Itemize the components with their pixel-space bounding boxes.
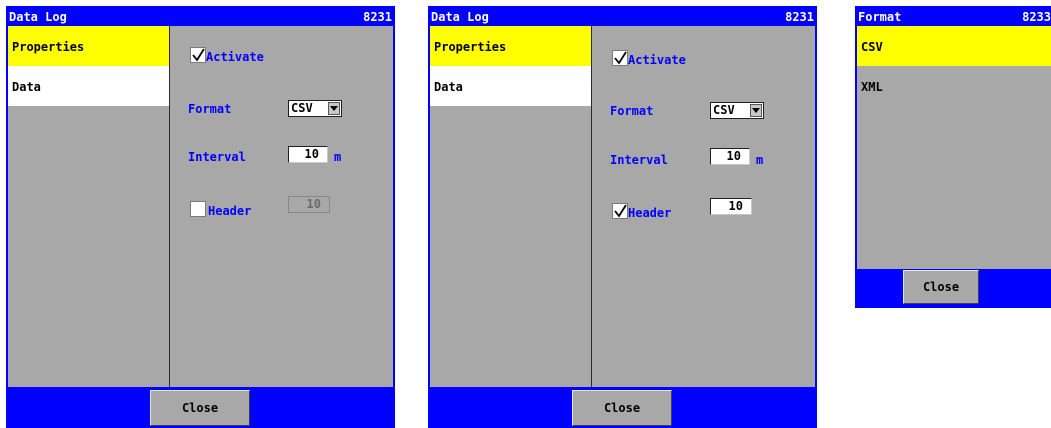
activate-checkbox[interactable]: [612, 50, 628, 66]
header-label: Header: [628, 206, 672, 220]
interval-input[interactable]: 10: [288, 146, 328, 163]
data-log-window-2: Data Log 8231 Properties Data Activate F…: [428, 6, 817, 428]
format-label: Format: [610, 104, 654, 118]
format-label: Format: [188, 102, 232, 116]
activate-label: Activate: [206, 50, 264, 64]
format-select-value: CSV: [291, 101, 313, 115]
sidebar-item-label: Data: [12, 80, 41, 94]
properties-panel: Activate Format CSV Interval 10 m Header…: [170, 26, 393, 387]
format-select[interactable]: CSV: [710, 102, 764, 119]
interval-input[interactable]: 10: [710, 148, 750, 165]
close-button[interactable]: Close: [150, 390, 250, 426]
checkmark-icon: [192, 48, 205, 62]
title-bar: Format 8233: [855, 6, 1051, 26]
title-bar: Data Log 8231: [428, 6, 817, 26]
close-button[interactable]: Close: [903, 270, 979, 304]
sidebar-item-properties[interactable]: Properties: [8, 26, 169, 66]
checkmark-icon: [614, 204, 627, 218]
window-number: 8233: [1022, 10, 1051, 24]
format-option-label: XML: [861, 80, 883, 94]
sidebar: Properties Data: [8, 26, 170, 387]
format-option-xml[interactable]: XML: [857, 66, 1051, 106]
sidebar-item-label: Properties: [434, 40, 507, 54]
properties-panel: Activate Format CSV Interval 10 m Header…: [592, 26, 815, 387]
format-select[interactable]: CSV: [288, 100, 342, 117]
interval-label: Interval: [188, 150, 246, 164]
dropdown-arrow-icon[interactable]: [750, 104, 762, 117]
window-title: Format: [858, 10, 902, 24]
bottom-bar: Close: [428, 390, 817, 428]
window-number: 8231: [363, 10, 392, 24]
format-option-csv[interactable]: CSV: [857, 26, 1051, 66]
header-input[interactable]: 10: [710, 198, 752, 215]
sidebar-item-data[interactable]: Data: [430, 66, 591, 106]
bottom-bar: Close: [855, 269, 1051, 308]
format-popup-window: Format 8233 CSV XML Close: [855, 6, 1051, 308]
sidebar: Properties Data: [430, 26, 592, 387]
activate-label: Activate: [628, 53, 686, 67]
sidebar-item-properties[interactable]: Properties: [430, 26, 591, 66]
title-bar: Data Log 8231: [6, 6, 395, 26]
format-option-label: CSV: [861, 40, 883, 54]
header-checkbox[interactable]: [190, 201, 206, 217]
window-title: Data Log: [431, 10, 489, 24]
interval-unit: m: [334, 150, 342, 164]
interval-label: Interval: [610, 153, 668, 167]
bottom-bar: Close: [6, 390, 395, 428]
sidebar-item-label: Data: [434, 80, 463, 94]
close-button[interactable]: Close: [572, 390, 672, 426]
sidebar-item-label: Properties: [12, 40, 85, 54]
format-option-list: CSV XML: [857, 26, 1051, 269]
window-number: 8231: [785, 10, 814, 24]
interval-unit: m: [756, 153, 764, 167]
window-title: Data Log: [9, 10, 67, 24]
dropdown-arrow-icon[interactable]: [328, 102, 340, 115]
checkmark-icon: [614, 51, 627, 65]
format-select-value: CSV: [713, 103, 735, 117]
header-checkbox[interactable]: [612, 203, 628, 219]
header-label: Header: [208, 204, 252, 218]
sidebar-item-data[interactable]: Data: [8, 66, 169, 106]
header-input: 10: [288, 196, 330, 213]
activate-checkbox[interactable]: [190, 47, 206, 63]
data-log-window-1: Data Log 8231 Properties Data Activate F…: [6, 6, 395, 428]
